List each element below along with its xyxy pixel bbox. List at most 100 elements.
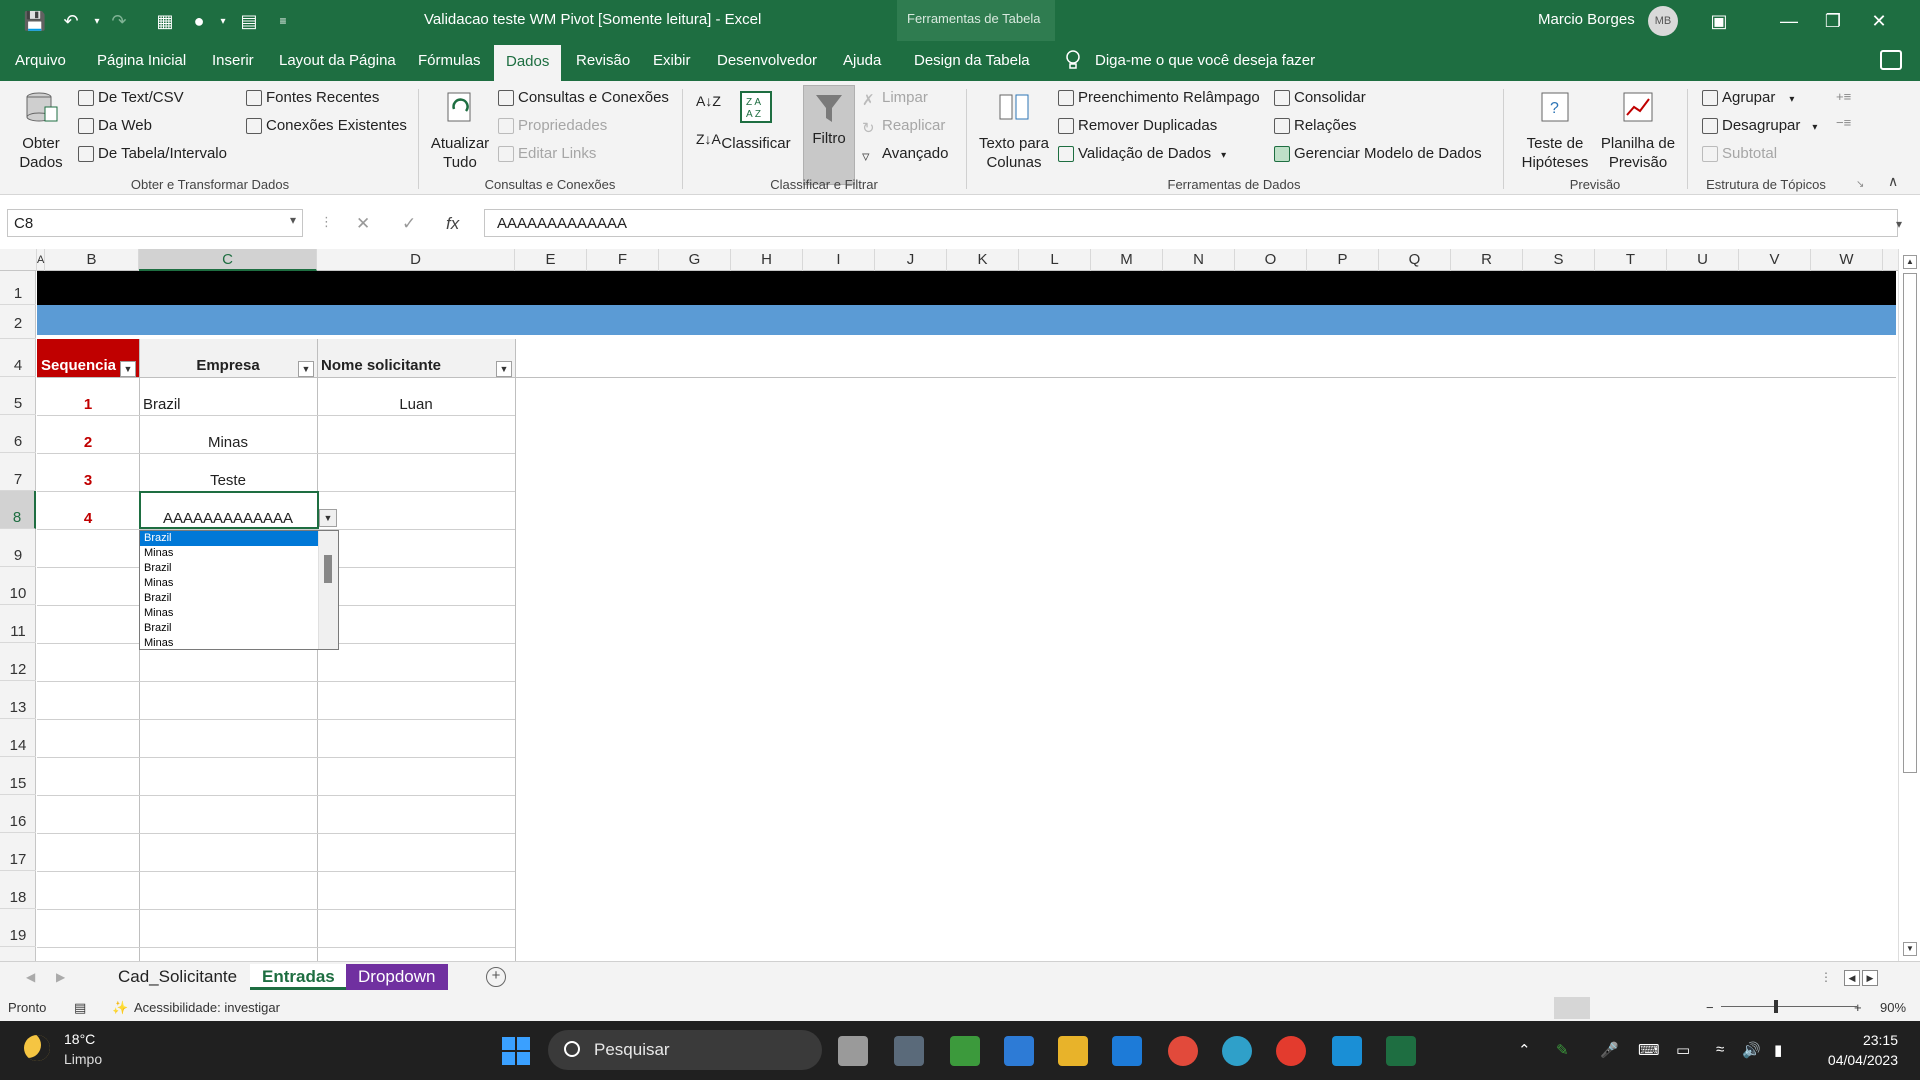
column-header-q[interactable]: Q bbox=[1379, 249, 1451, 271]
data-validation-button[interactable]: Validação de Dados ▾ bbox=[1058, 145, 1226, 163]
list-item[interactable]: Brazil bbox=[140, 621, 318, 636]
windows-start-icon[interactable] bbox=[502, 1037, 530, 1065]
row-header-10[interactable]: 10 bbox=[0, 567, 36, 605]
column-header-n[interactable]: N bbox=[1163, 249, 1235, 271]
list-item[interactable]: Brazil bbox=[140, 531, 318, 546]
user-name[interactable]: Marcio Borges bbox=[1538, 11, 1635, 28]
microphone-icon[interactable]: 🎤 bbox=[1600, 1041, 1619, 1059]
scroll-left-icon[interactable]: ◀ bbox=[1844, 970, 1860, 986]
row-header-13[interactable]: 13 bbox=[0, 681, 36, 719]
dropdown-icon[interactable]: ▾ bbox=[210, 8, 236, 34]
subtotal-button[interactable]: Subtotal bbox=[1702, 145, 1777, 163]
avatar[interactable]: MB bbox=[1648, 6, 1678, 36]
zoom-slider-thumb[interactable] bbox=[1774, 1000, 1778, 1013]
form-icon[interactable]: ▦ bbox=[152, 8, 178, 34]
show-hidden-icons-icon[interactable]: ⌃ bbox=[1518, 1041, 1531, 1059]
sheet-tab-dropdown[interactable]: Dropdown bbox=[346, 964, 448, 990]
comments-icon[interactable] bbox=[1880, 50, 1902, 70]
table-icon[interactable]: ▤ bbox=[236, 8, 262, 34]
row-header-9[interactable]: 9 bbox=[0, 529, 36, 567]
chrome-icon[interactable] bbox=[1168, 1036, 1198, 1066]
existing-connections-button[interactable]: Conexões Existentes bbox=[246, 117, 407, 135]
cell-empresa[interactable]: Teste bbox=[139, 472, 317, 489]
normal-view-button[interactable] bbox=[1554, 997, 1590, 1019]
zoom-level[interactable]: 90% bbox=[1880, 1000, 1906, 1015]
battery-icon[interactable]: ▮ bbox=[1774, 1041, 1782, 1059]
browser-icon[interactable] bbox=[1276, 1036, 1306, 1066]
scroll-down-icon[interactable]: ▼ bbox=[1903, 942, 1917, 956]
from-text-button[interactable]: De Text/CSV bbox=[78, 89, 184, 107]
column-header-d[interactable]: D bbox=[317, 249, 515, 271]
list-item[interactable]: Minas bbox=[140, 546, 318, 561]
name-box[interactable]: C8 ▾ bbox=[7, 209, 303, 237]
tab-ajuda[interactable]: Ajuda bbox=[843, 52, 881, 69]
column-header-v[interactable]: V bbox=[1739, 249, 1811, 271]
column-header-i[interactable]: I bbox=[803, 249, 875, 271]
column-header-h[interactable]: H bbox=[731, 249, 803, 271]
manage-data-model-button[interactable]: Gerenciar Modelo de Dados bbox=[1274, 145, 1482, 163]
scroll-up-icon[interactable]: ▲ bbox=[1903, 255, 1917, 269]
volume-icon[interactable]: 🔊 bbox=[1742, 1041, 1761, 1059]
validation-dropdown-icon[interactable]: ▼ bbox=[319, 509, 337, 527]
tab-revisao[interactable]: Revisão bbox=[576, 52, 630, 69]
file-explorer-icon[interactable] bbox=[1058, 1036, 1088, 1066]
undo-icon[interactable]: ↶ bbox=[58, 8, 84, 34]
collapse-ribbon-icon[interactable]: ∧ bbox=[1888, 173, 1898, 190]
vertical-scrollbar[interactable]: ▲ ▼ bbox=[1898, 249, 1920, 961]
display-icon[interactable]: ▭ bbox=[1676, 1041, 1690, 1059]
page-break-view-button[interactable] bbox=[1654, 997, 1690, 1019]
show-detail-icon[interactable]: +≡ bbox=[1836, 89, 1851, 104]
scroll-right-icon[interactable]: ▶ bbox=[1862, 970, 1878, 986]
row-header-16[interactable]: 16 bbox=[0, 795, 36, 833]
filter-dropdown-icon[interactable]: ▼ bbox=[120, 361, 136, 377]
hide-detail-icon[interactable]: −≡ bbox=[1836, 115, 1851, 130]
keyboard-icon[interactable]: ⌨ bbox=[1638, 1041, 1660, 1059]
notepad-icon[interactable] bbox=[950, 1036, 980, 1066]
notes-icon[interactable] bbox=[1332, 1036, 1362, 1066]
consolidate-button[interactable]: Consolidar bbox=[1274, 89, 1366, 107]
save-icon[interactable]: 💾 bbox=[22, 8, 48, 34]
tab-pagina-inicial[interactable]: Página Inicial bbox=[97, 52, 186, 69]
redo-icon[interactable]: ↷ bbox=[106, 8, 132, 34]
cell-empresa[interactable]: Minas bbox=[139, 434, 317, 451]
accessibility-status[interactable]: Acessibilidade: investigar bbox=[134, 1000, 280, 1015]
column-header-u[interactable]: U bbox=[1667, 249, 1739, 271]
zoom-in-icon[interactable]: + bbox=[1854, 1000, 1862, 1015]
column-header-l[interactable]: L bbox=[1019, 249, 1091, 271]
column-header-b[interactable]: B bbox=[45, 249, 139, 271]
forecast-sheet-button[interactable]: Planilha de Previsão bbox=[1596, 89, 1680, 172]
dialog-launcher-icon[interactable]: ↘ bbox=[1856, 179, 1864, 190]
row-header-12[interactable]: 12 bbox=[0, 643, 36, 681]
column-header-o[interactable]: O bbox=[1235, 249, 1307, 271]
from-table-button[interactable]: De Tabela/Intervalo bbox=[78, 145, 227, 163]
customize-toolbar-icon[interactable]: ≡ bbox=[270, 8, 296, 34]
task-view-icon[interactable] bbox=[838, 1036, 868, 1066]
column-header-p[interactable]: P bbox=[1307, 249, 1379, 271]
text-to-columns-button[interactable]: Texto para Colunas bbox=[976, 89, 1052, 172]
tab-exibir[interactable]: Exibir bbox=[653, 52, 691, 69]
cell-seq[interactable]: 1 bbox=[37, 396, 139, 413]
ungroup-button[interactable]: Desagrupar ▾ bbox=[1702, 117, 1817, 135]
row-header-4[interactable]: 4 bbox=[0, 339, 36, 377]
chevron-down-icon[interactable]: ▾ bbox=[1789, 94, 1794, 105]
macro-icon[interactable]: ▤ bbox=[74, 1000, 86, 1016]
wifi-icon[interactable]: ≈ bbox=[1716, 1041, 1724, 1058]
page-layout-view-button[interactable] bbox=[1604, 997, 1640, 1019]
flash-fill-button[interactable]: Preenchimento Relâmpago bbox=[1058, 89, 1260, 107]
filter-dropdown-icon[interactable]: ▼ bbox=[496, 361, 512, 377]
list-scrollbar[interactable] bbox=[318, 531, 338, 649]
queries-connections-button[interactable]: Consultas e Conexões bbox=[498, 89, 669, 107]
column-header-e[interactable]: E bbox=[515, 249, 587, 271]
row-header-19[interactable]: 19 bbox=[0, 909, 36, 947]
chevron-down-icon[interactable]: ▾ bbox=[290, 213, 296, 227]
next-sheet-icon[interactable]: ▶ bbox=[56, 970, 65, 984]
list-item[interactable]: Minas bbox=[140, 576, 318, 591]
what-if-button[interactable]: ? Teste de Hipóteses bbox=[1510, 89, 1600, 172]
cell-seq[interactable]: 3 bbox=[37, 472, 139, 489]
properties-button[interactable]: Propriedades bbox=[498, 117, 607, 135]
tab-arquivo[interactable]: Arquivo bbox=[15, 52, 66, 69]
taskbar-clock[interactable]: 23:15 04/04/2023 bbox=[1818, 1030, 1898, 1070]
formula-input[interactable]: AAAAAAAAAAAAA bbox=[484, 209, 1898, 237]
ribbon-display-icon[interactable]: ▣ bbox=[1706, 8, 1732, 34]
enter-icon[interactable]: ✓ bbox=[402, 214, 416, 234]
